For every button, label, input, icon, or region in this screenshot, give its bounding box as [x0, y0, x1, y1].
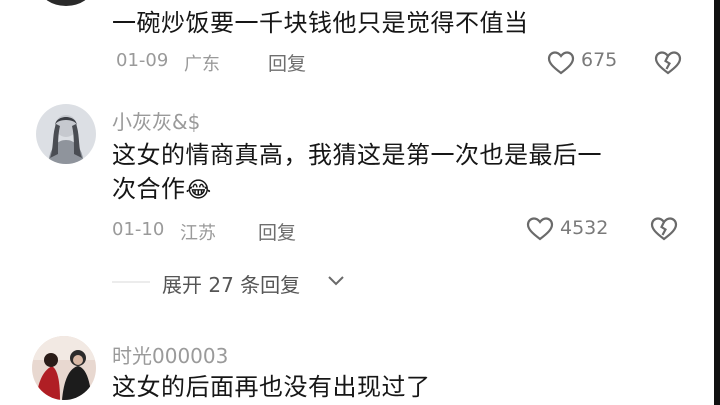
- username[interactable]: 时光000003: [112, 340, 228, 369]
- comment-date: 01-10: [112, 219, 165, 240]
- avatar[interactable]: [36, 104, 96, 164]
- edge-strip: [714, 0, 720, 405]
- like-count: 675: [581, 49, 618, 71]
- reply-button[interactable]: 回复: [268, 49, 306, 76]
- broken-heart-icon[interactable]: [650, 216, 678, 242]
- reply-button[interactable]: 回复: [258, 218, 296, 245]
- comment-text: 这女的后面再也没有出现过了: [112, 373, 431, 401]
- expand-replies-button[interactable]: 展开 27 条回复: [162, 269, 300, 298]
- heart-outline-icon[interactable]: [547, 50, 575, 76]
- comment-text-line2: 次合作😂: [112, 172, 212, 208]
- comment-text-line2-text: 次合作: [112, 175, 186, 203]
- avatar[interactable]: [32, 336, 96, 400]
- expand-divider: [112, 281, 150, 283]
- comment-location: 江苏: [180, 223, 216, 244]
- chevron-down-icon[interactable]: [326, 273, 346, 289]
- comment-text: 一碗炒饭要一千块钱他只是觉得不值当: [112, 9, 529, 37]
- comment-location: 广东: [184, 54, 220, 75]
- comment-text-line1: 这女的情商真高，我猜这是第一次也是最后一: [112, 141, 602, 169]
- laugh-emoji-icon: 😂: [185, 178, 212, 203]
- like-count: 4532: [560, 217, 609, 239]
- avatar-partial[interactable]: [40, 0, 92, 6]
- expand-replies-label: 展开 27 条回复: [162, 273, 301, 297]
- heart-outline-icon[interactable]: [526, 216, 554, 242]
- comment-date: 01-09: [116, 50, 169, 71]
- broken-heart-icon[interactable]: [654, 50, 682, 76]
- username[interactable]: 小灰灰&$: [112, 106, 200, 135]
